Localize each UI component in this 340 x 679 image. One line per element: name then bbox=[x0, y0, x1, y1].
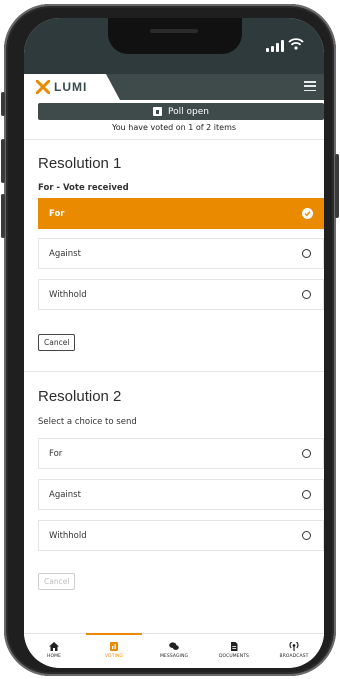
status-bar bbox=[24, 18, 324, 74]
resolution-1-option-withhold[interactable]: Withhold bbox=[38, 279, 324, 310]
nav-messaging[interactable]: MESSAGING bbox=[144, 634, 204, 668]
brand-name: LUMI bbox=[54, 80, 88, 94]
hamburger-menu-icon[interactable] bbox=[304, 81, 316, 92]
option-label: Withhold bbox=[49, 530, 87, 541]
resolution-2-instruction: Select a choice to send bbox=[38, 417, 137, 427]
nav-label: BROADCAST bbox=[279, 654, 309, 659]
broadcast-icon bbox=[289, 642, 299, 651]
radio-icon bbox=[302, 249, 311, 258]
signal-icon bbox=[266, 40, 284, 52]
resolution-1-option-for[interactable]: For bbox=[38, 198, 324, 229]
radio-icon bbox=[302, 531, 311, 540]
lumi-logo-icon bbox=[36, 80, 50, 94]
resolution-2-title: Resolution 2 bbox=[38, 388, 122, 405]
resolution-2-option-withhold[interactable]: Withhold bbox=[38, 520, 324, 551]
app-screen: LUMI Poll open You have voted on 1 of 2 … bbox=[24, 18, 324, 668]
poll-status-label: Poll open bbox=[168, 106, 209, 117]
phone-power-button bbox=[335, 154, 339, 218]
option-label: Against bbox=[49, 248, 81, 259]
bottom-navigation: HOME VOTING MESSAGING DOCUMENTS BROADCAS… bbox=[24, 633, 324, 668]
voting-icon bbox=[110, 642, 118, 651]
divider bbox=[24, 139, 324, 140]
nav-label: VOTING bbox=[104, 654, 124, 659]
radio-icon bbox=[302, 290, 311, 299]
phone-volume-up bbox=[1, 139, 5, 183]
radio-icon bbox=[302, 490, 311, 499]
phone-frame: LUMI Poll open You have voted on 1 of 2 … bbox=[1, 4, 339, 676]
app-header: LUMI bbox=[24, 74, 324, 100]
option-label: Against bbox=[49, 489, 81, 500]
nav-voting[interactable]: VOTING bbox=[84, 633, 144, 668]
phone-side-button bbox=[1, 92, 5, 116]
radio-icon bbox=[302, 449, 311, 458]
resolution-2-cancel-button[interactable]: Cancel bbox=[38, 573, 76, 590]
nav-documents[interactable]: DOCUMENTS bbox=[204, 634, 264, 668]
nav-label: HOME bbox=[46, 654, 62, 659]
nav-home[interactable]: HOME bbox=[24, 634, 84, 668]
resolution-1-status: For - Vote received bbox=[38, 183, 129, 193]
voted-progress-text: You have voted on 1 of 2 items bbox=[111, 123, 237, 132]
documents-icon bbox=[231, 642, 238, 651]
resolution-1-option-against[interactable]: Against bbox=[38, 238, 324, 269]
phone-notch bbox=[108, 18, 242, 54]
resolution-1-title: Resolution 1 bbox=[38, 155, 122, 172]
divider bbox=[24, 371, 324, 372]
poll-icon bbox=[153, 107, 163, 116]
home-icon bbox=[49, 642, 59, 651]
messaging-icon bbox=[169, 642, 179, 650]
brand-logo[interactable]: LUMI bbox=[24, 74, 120, 100]
nav-label: DOCUMENTS bbox=[218, 654, 250, 659]
resolution-2-option-for[interactable]: For bbox=[38, 438, 324, 469]
option-label: For bbox=[49, 448, 63, 459]
check-icon bbox=[302, 208, 313, 219]
option-label: For bbox=[49, 208, 65, 219]
phone-volume-down bbox=[1, 194, 5, 238]
nav-label: MESSAGING bbox=[159, 654, 189, 659]
nav-broadcast[interactable]: BROADCAST bbox=[264, 634, 324, 668]
resolution-2-option-against[interactable]: Against bbox=[38, 479, 324, 510]
resolution-1-cancel-button[interactable]: Cancel bbox=[38, 334, 76, 351]
option-label: Withhold bbox=[49, 289, 87, 300]
poll-status-banner: Poll open bbox=[38, 103, 324, 120]
wifi-icon bbox=[288, 38, 304, 50]
